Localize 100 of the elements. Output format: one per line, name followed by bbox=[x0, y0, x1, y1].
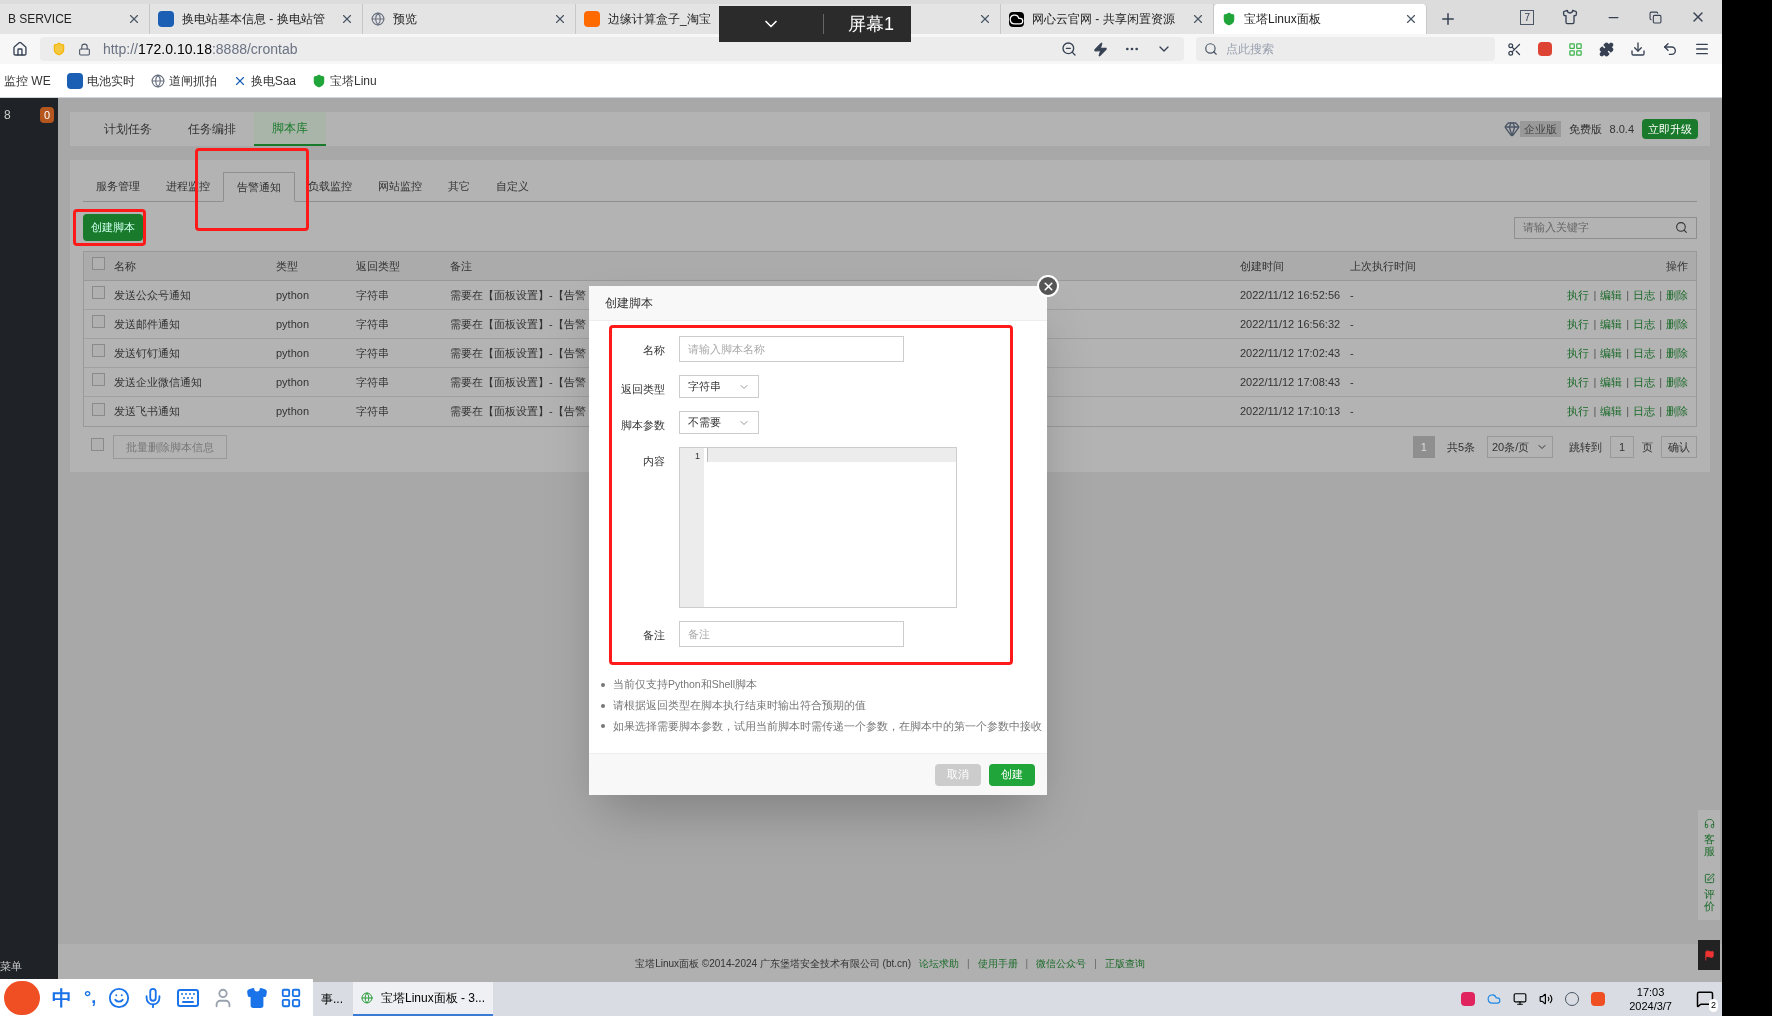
action-link[interactable]: 执行 bbox=[1567, 286, 1590, 304]
text-field[interactable]: 请输入脚本名称 bbox=[679, 336, 904, 362]
sub-tab[interactable]: 网站监控 bbox=[365, 172, 435, 201]
sogou-logo-icon[interactable] bbox=[4, 980, 40, 1015]
footer-link[interactable]: 微信公众号 bbox=[1036, 955, 1087, 971]
code-editor[interactable]: 1 bbox=[679, 447, 957, 608]
float-tab[interactable]: 评价 bbox=[1703, 888, 1715, 913]
action-link[interactable]: 执行 bbox=[1567, 315, 1590, 333]
home-icon[interactable] bbox=[12, 41, 28, 57]
action-link[interactable]: 删除 bbox=[1666, 315, 1688, 333]
checkbox[interactable] bbox=[92, 402, 105, 416]
lightning-icon[interactable] bbox=[1093, 41, 1109, 57]
page-number[interactable]: 1 bbox=[1412, 436, 1435, 458]
footer-link[interactable]: 论坛求助 bbox=[918, 955, 959, 971]
bookmark[interactable]: 监控 WE bbox=[4, 71, 51, 90]
browser-tab[interactable]: 预览 bbox=[363, 4, 576, 34]
taskbar-app[interactable]: 事... bbox=[313, 982, 353, 1016]
bookmark[interactable]: 电池实时 bbox=[66, 71, 135, 90]
confirm-button[interactable]: 确认 bbox=[1661, 436, 1697, 458]
sub-tab[interactable]: 自定义 bbox=[483, 172, 542, 201]
action-link[interactable]: 执行 bbox=[1567, 373, 1590, 391]
footer-link[interactable]: 正版查询 bbox=[1104, 955, 1145, 971]
action-link[interactable]: 执行 bbox=[1567, 403, 1590, 420]
action-link[interactable]: 编辑 bbox=[1600, 315, 1623, 333]
clock[interactable]: 17:03 2024/3/7 bbox=[1629, 985, 1672, 1013]
checkbox[interactable] bbox=[92, 257, 105, 271]
browser-tab[interactable]: 网心云官网 - 共享闲置资源 bbox=[1001, 4, 1214, 34]
browser-tab[interactable]: 换电站基本信息 - 换电站管 bbox=[150, 4, 363, 34]
enterprise-badge[interactable]: 企业版 bbox=[1503, 120, 1561, 138]
action-link[interactable]: 编辑 bbox=[1600, 344, 1623, 362]
browser-tab[interactable]: 宝塔Linux面板 bbox=[1214, 4, 1427, 34]
select-field[interactable]: 不需要 bbox=[679, 411, 759, 434]
sub-tab[interactable]: 服务管理 bbox=[83, 172, 153, 201]
download-icon[interactable] bbox=[1630, 41, 1646, 57]
top-tab[interactable]: 任务编排 bbox=[170, 112, 254, 146]
undo-icon[interactable] bbox=[1662, 41, 1678, 57]
browser-tab[interactable]: 边缘计算盒子_淘宝 bbox=[576, 4, 720, 34]
volume-icon[interactable] bbox=[1539, 992, 1554, 1006]
checkbox[interactable] bbox=[92, 315, 105, 329]
footer-link[interactable]: 使用手册 bbox=[977, 955, 1018, 971]
punctuation-toggle[interactable]: °, bbox=[84, 984, 97, 1011]
close-tab-icon[interactable] bbox=[978, 12, 992, 26]
sogou-tray-icon[interactable] bbox=[1591, 992, 1606, 1006]
action-link[interactable]: 编辑 bbox=[1600, 403, 1623, 420]
bookmark[interactable]: 宝塔Linu bbox=[312, 71, 377, 90]
checkbox[interactable] bbox=[92, 344, 105, 358]
search-icon[interactable] bbox=[1675, 221, 1688, 234]
close-tab-icon[interactable] bbox=[553, 12, 567, 26]
create-script-button[interactable]: 创建脚本 bbox=[83, 214, 143, 241]
action-link[interactable]: 日志 bbox=[1633, 344, 1656, 362]
checkbox[interactable] bbox=[91, 438, 104, 452]
action-link[interactable]: 日志 bbox=[1633, 286, 1656, 304]
network-icon[interactable] bbox=[1513, 992, 1528, 1006]
action-link[interactable]: 日志 bbox=[1633, 403, 1656, 420]
tab-count-badge[interactable]: 7 bbox=[1520, 9, 1534, 25]
puzzle-icon[interactable] bbox=[1599, 41, 1614, 57]
menu-label[interactable]: 菜单 bbox=[0, 957, 58, 974]
action-link[interactable]: 删除 bbox=[1666, 286, 1688, 304]
close-tab-icon[interactable] bbox=[1191, 12, 1205, 26]
close-tab-icon[interactable] bbox=[1404, 12, 1418, 26]
browser-search-field[interactable]: 点此搜索 bbox=[1196, 37, 1495, 61]
keyword-search-field[interactable]: 请输入关键字 bbox=[1514, 216, 1697, 239]
headset-icon[interactable] bbox=[1703, 818, 1715, 829]
close-tab-icon[interactable] bbox=[340, 12, 354, 26]
create-button[interactable]: 创建 bbox=[989, 763, 1035, 786]
zoom-out-icon[interactable] bbox=[1061, 41, 1078, 57]
action-link[interactable]: 删除 bbox=[1666, 344, 1688, 362]
browser-tab[interactable]: B SERVICE bbox=[0, 4, 150, 34]
new-tab-icon[interactable] bbox=[1439, 10, 1457, 28]
scissors-icon[interactable] bbox=[1507, 41, 1522, 57]
shirt-icon[interactable] bbox=[1562, 9, 1578, 25]
action-link[interactable]: 日志 bbox=[1633, 373, 1656, 391]
sub-tab[interactable]: 其它 bbox=[435, 172, 483, 201]
top-tab[interactable]: 计划任务 bbox=[86, 112, 170, 146]
top-tab[interactable]: 脚本库 bbox=[254, 112, 326, 146]
close-tab-icon[interactable] bbox=[127, 12, 141, 26]
restore-icon[interactable] bbox=[1649, 10, 1662, 24]
text-field[interactable]: 备注 bbox=[679, 621, 904, 647]
grid-icon[interactable] bbox=[1568, 41, 1583, 57]
float-tab[interactable]: 客服 bbox=[1703, 833, 1715, 858]
checkbox[interactable] bbox=[92, 373, 105, 387]
flag-button[interactable] bbox=[1698, 940, 1720, 971]
action-link[interactable]: 执行 bbox=[1567, 344, 1590, 362]
bookmark[interactable]: 道闸抓拍 bbox=[150, 71, 217, 90]
language-toggle[interactable]: 中 bbox=[52, 982, 72, 1013]
action-link[interactable]: 日志 bbox=[1633, 315, 1656, 333]
app-tray-icon[interactable] bbox=[1461, 992, 1476, 1006]
edit-icon[interactable] bbox=[1703, 873, 1715, 885]
select-field[interactable]: 字符串 bbox=[679, 375, 759, 398]
page-input[interactable]: 1 bbox=[1610, 436, 1634, 458]
smiley-icon[interactable] bbox=[108, 986, 131, 1009]
action-link[interactable]: 删除 bbox=[1666, 403, 1688, 420]
taskbar-app[interactable]: 宝塔Linux面板 - 3... bbox=[353, 982, 493, 1016]
notification-button[interactable]: 2 bbox=[1696, 990, 1714, 1008]
sub-tab[interactable]: 告警通知 bbox=[223, 172, 295, 202]
menu-icon[interactable] bbox=[1694, 41, 1710, 57]
checkbox[interactable] bbox=[92, 286, 105, 300]
address-bar[interactable]: http://172.0.10.18:8888/crontab bbox=[39, 37, 1185, 61]
upgrade-button[interactable]: 立即升级 bbox=[1642, 118, 1698, 140]
bookmark[interactable]: 换电Saa bbox=[232, 71, 297, 90]
